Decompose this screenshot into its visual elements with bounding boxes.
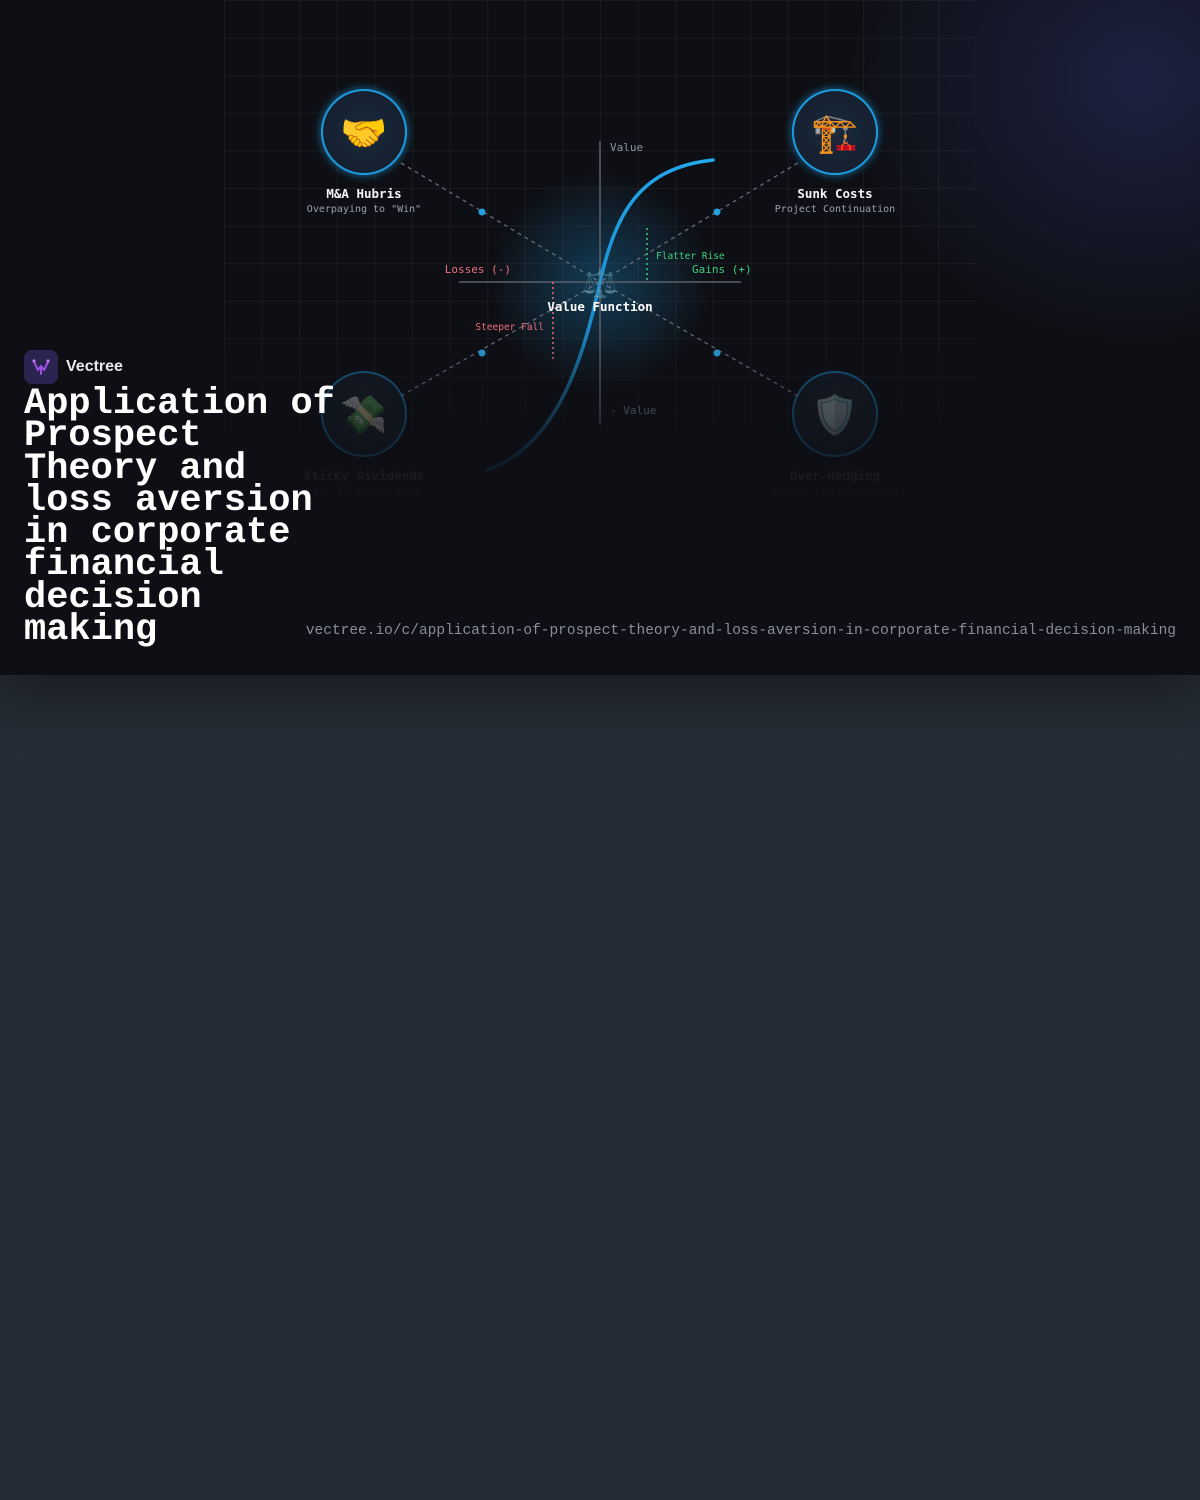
connector-dot: [478, 208, 486, 216]
connector-dot: [713, 349, 721, 357]
center-label: Value Function: [547, 299, 652, 314]
shield-icon: 🛡️: [811, 393, 858, 437]
scales-icon: ⚖️: [583, 267, 618, 300]
node-subtitle: Managerial Protection: [772, 486, 898, 497]
node-sunk-costs[interactable]: 🏗️ Sunk Costs Project Continuation: [775, 89, 895, 215]
page-title: Application of Prospect Theory and loss …: [24, 383, 335, 652]
node-subtitle: Project Continuation: [775, 204, 895, 215]
gain-annotation: Flatter Rise: [656, 251, 725, 262]
connector-dot: [713, 208, 721, 216]
y-axis-bottom-label: - Value: [610, 404, 656, 417]
x-axis-right-label: Gains (+): [692, 263, 752, 276]
money-with-wings-icon: 💸: [340, 393, 387, 437]
page-url[interactable]: vectree.io/c/application-of-prospect-the…: [306, 623, 1176, 639]
node-ma-hubris[interactable]: 🤝 M&A Hubris Overpaying to "Win": [307, 89, 421, 215]
x-axis-left-label: Losses (-): [445, 263, 511, 276]
vectree-logo-icon: [24, 350, 58, 384]
crane-icon: 🏗️: [811, 111, 858, 155]
node-title: Sunk Costs: [797, 186, 872, 201]
brand[interactable]: Vectree: [24, 350, 123, 384]
node-title: M&A Hubris: [326, 186, 401, 201]
brand-name: Vectree: [66, 358, 123, 375]
connector-dot: [478, 349, 486, 357]
node-over-hedging[interactable]: 🛡️ Over-Hedging Managerial Protection: [772, 371, 898, 497]
handshake-icon: 🤝: [340, 111, 387, 155]
hero-card: Value - Value Losses (-) Gains (+) Flatt…: [0, 0, 1200, 675]
y-axis-top-label: Value: [610, 141, 643, 154]
node-title: Over-Hedging: [790, 468, 880, 483]
loss-annotation: Steeper Fall: [475, 322, 544, 333]
node-subtitle: Overpaying to "Win": [307, 204, 421, 215]
